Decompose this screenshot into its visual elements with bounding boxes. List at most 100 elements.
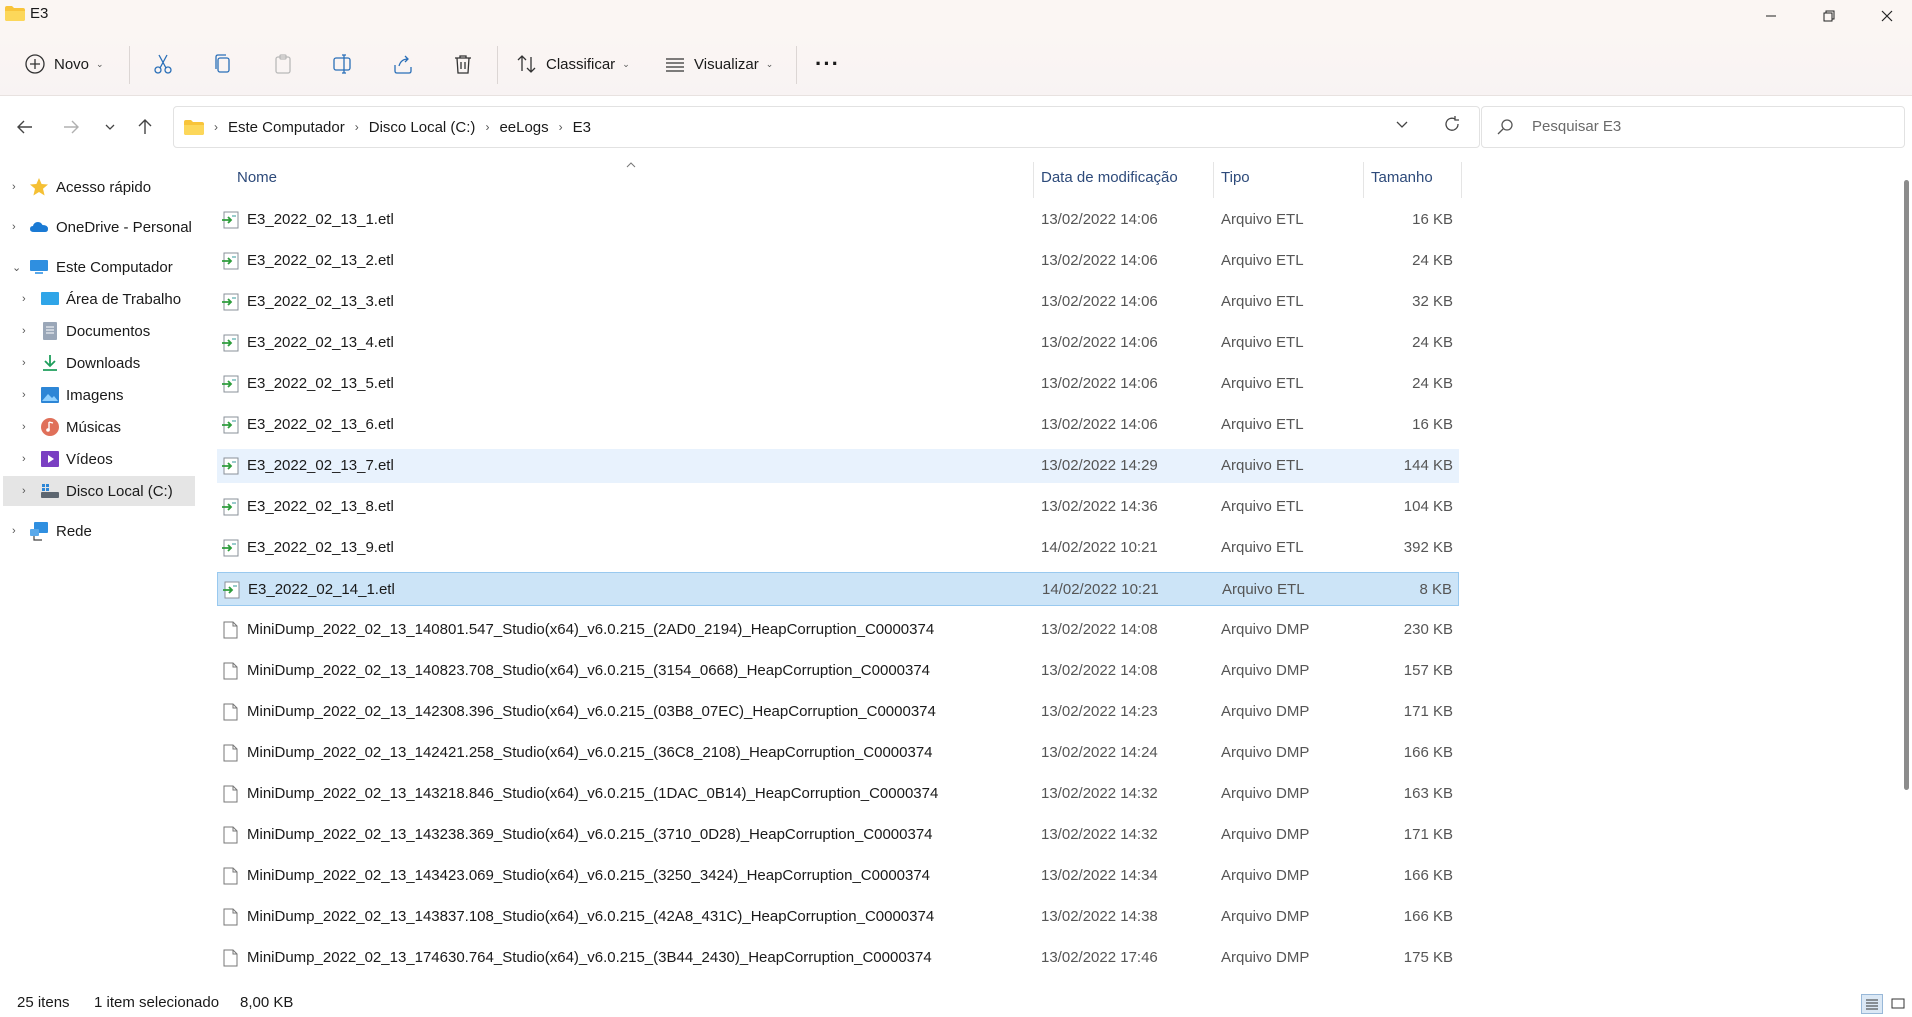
file-row[interactable]: MiniDump_2022_02_13_142308.396_Studio(x6… [217,695,1459,729]
sidebar-item-onedrive[interactable]: › OneDrive - Personal [3,212,195,242]
recent-locations-button[interactable] [97,114,123,140]
column-divider[interactable] [1461,162,1462,198]
view-button[interactable]: Visualizar ⌄ [664,46,773,82]
delete-button[interactable] [452,46,474,82]
chevron-right-icon[interactable]: › [22,293,26,305]
chevron-right-icon[interactable]: › [22,357,26,369]
vertical-scrollbar[interactable] [1904,180,1909,790]
more-options-button[interactable]: ··· [815,46,840,82]
share-button[interactable] [392,46,414,82]
file-row[interactable]: MiniDump_2022_02_13_142421.258_Studio(x6… [217,736,1459,770]
search-input[interactable]: Pesquisar E3 [1532,118,1621,135]
forward-button[interactable] [58,114,84,140]
file-row[interactable]: E3_2022_02_13_7.etl 13/02/2022 14:29 Arqui… [217,449,1459,483]
address-history-button[interactable] [1395,117,1409,134]
rename-button[interactable] [332,46,354,82]
chevron-down-icon[interactable]: ⌄ [12,261,21,274]
chevron-right-icon[interactable]: › [12,221,16,233]
chevron-down-icon: ⌄ [765,58,774,69]
sidebar-item-rede[interactable]: › Rede [3,516,195,546]
file-size: 166 KB [1403,867,1453,884]
view-label: Visualizar [694,55,759,73]
sidebar-item-documentos[interactable]: › Documentos [3,316,195,346]
column-header-name[interactable]: Nome [237,158,1047,196]
breadcrumb-eelogs[interactable]: eeLogs [499,119,548,136]
title-bar: E3 [0,0,1912,32]
restore-button[interactable] [1800,0,1858,32]
sidebar-item-disco-local[interactable]: › Disco Local (C:) [3,476,195,506]
chevron-right-icon[interactable]: › [22,421,26,433]
file-row[interactable]: E3_2022_02_13_6.etl 13/02/2022 14:06 Arqui… [217,408,1459,442]
chevron-right-icon[interactable]: › [12,525,16,537]
file-row[interactable]: MiniDump_2022_02_13_143218.846_Studio(x6… [217,777,1459,811]
file-row[interactable]: MiniDump_2022_02_13_143837.108_Studio(x6… [217,900,1459,934]
file-row[interactable]: MiniDump_2022_02_13_140801.547_Studio(x6… [217,613,1459,647]
file-date: 13/02/2022 14:38 [1041,908,1158,925]
chevron-right-icon[interactable]: › [559,120,563,134]
file-row[interactable]: E3_2022_02_13_9.etl 14/02/2022 10:21 Arqui… [217,531,1459,565]
copy-button[interactable] [212,46,234,82]
back-button[interactable] [12,114,38,140]
breadcrumb-este-computador[interactable]: Este Computador [228,119,345,136]
search-box[interactable]: Pesquisar E3 [1481,106,1905,148]
breadcrumb-disco-local[interactable]: Disco Local (C:) [369,119,476,136]
image-icon [41,387,59,403]
file-row[interactable]: E3_2022_02_13_8.etl 13/02/2022 14:36 Arqui… [217,490,1459,524]
file-name: E3_2022_02_13_5.etl [247,375,394,392]
file-row[interactable]: E3_2022_02_14_1.etl 14/02/2022 10:21 Arqui… [217,572,1459,606]
up-button[interactable] [132,114,158,140]
chevron-right-icon[interactable]: › [22,485,26,497]
paste-button[interactable] [272,46,294,82]
minimize-button[interactable] [1742,0,1800,32]
sidebar-item-downloads[interactable]: › Downloads [3,348,195,378]
chevron-right-icon[interactable]: › [355,120,359,134]
file-row[interactable]: MiniDump_2022_02_13_140823.708_Studio(x6… [217,654,1459,688]
sort-button[interactable]: Classificar ⌄ [516,46,630,82]
sidebar-item-videos[interactable]: › Vídeos [3,444,195,474]
file-row[interactable]: MiniDump_2022_02_13_143238.369_Studio(x6… [217,818,1459,852]
column-header-type[interactable]: Tipo [1221,158,1361,196]
sidebar-item-acesso-rapido[interactable]: › Acesso rápido [3,172,195,202]
column-header-date[interactable]: Data de modificação [1041,158,1211,196]
chevron-right-icon[interactable]: › [22,325,26,337]
chevron-right-icon[interactable]: › [22,389,26,401]
file-row[interactable]: E3_2022_02_13_1.etl 13/02/2022 14:06 Arqui… [217,203,1459,237]
sidebar-item-imagens[interactable]: › Imagens [3,380,195,410]
chevron-right-icon[interactable]: › [485,120,489,134]
tiles-view-button[interactable] [1887,994,1909,1014]
file-name: MiniDump_2022_02_13_143423.069_Studio(x6… [247,867,931,884]
sidebar-item-musicas[interactable]: › Músicas [3,412,195,442]
breadcrumb-e3[interactable]: E3 [573,119,591,136]
cut-button[interactable] [152,46,174,82]
file-row[interactable]: E3_2022_02_13_4.etl 13/02/2022 14:06 Arqui… [217,326,1459,360]
column-divider[interactable] [1213,162,1214,198]
details-view-button[interactable] [1861,994,1883,1014]
rename-icon [333,54,351,74]
restore-icon [1823,10,1835,22]
file-type: Arquivo DMP [1221,621,1310,638]
file-row[interactable]: E3_2022_02_13_5.etl 13/02/2022 14:06 Arqui… [217,367,1459,401]
refresh-button[interactable] [1443,115,1461,138]
etl-file-icon [221,211,239,229]
new-button[interactable]: Novo ⌄ [24,46,104,82]
address-bar[interactable]: › Este Computador › Disco Local (C:) › e… [173,106,1480,148]
column-divider[interactable] [1033,162,1034,198]
column-divider[interactable] [1363,162,1364,198]
column-header-size[interactable]: Tamanho [1371,158,1451,196]
sidebar-item-area-de-trabalho[interactable]: › Área de Trabalho [3,284,195,314]
file-row[interactable]: E3_2022_02_13_2.etl 13/02/2022 14:06 Arqui… [217,244,1459,278]
file-row[interactable]: MiniDump_2022_02_13_143423.069_Studio(x6… [217,859,1459,893]
sidebar-item-este-computador[interactable]: ⌄ Este Computador [3,252,195,282]
arrow-left-icon [17,120,32,134]
chevron-right-icon[interactable]: › [214,120,218,134]
close-button[interactable] [1858,0,1912,32]
network-icon [30,522,48,541]
chevron-right-icon[interactable]: › [12,181,16,193]
chevron-right-icon[interactable]: › [22,453,26,465]
file-date: 13/02/2022 14:06 [1041,293,1158,310]
file-row[interactable]: E3_2022_02_13_3.etl 13/02/2022 14:06 Arqui… [217,285,1459,319]
file-date: 13/02/2022 14:06 [1041,211,1158,228]
file-date: 13/02/2022 14:06 [1041,416,1158,433]
file-row[interactable]: MiniDump_2022_02_13_174630.764_Studio(x6… [217,941,1459,975]
item-count: 25 itens [17,994,70,1011]
